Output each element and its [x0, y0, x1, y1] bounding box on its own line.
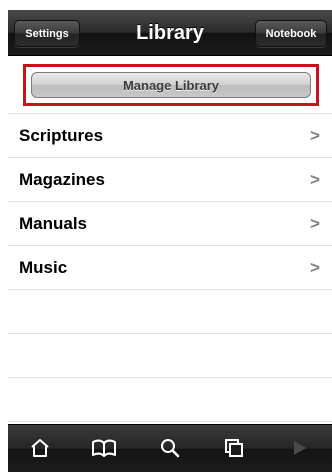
notebook-button[interactable]: Notebook — [255, 20, 327, 47]
library-list: Scriptures > Magazines > Manuals > Music… — [8, 114, 332, 422]
page-title: Library — [136, 22, 204, 44]
empty-row — [8, 334, 332, 378]
list-item-scriptures[interactable]: Scriptures > — [8, 114, 332, 158]
list-item-label: Magazines — [19, 169, 105, 189]
home-icon[interactable] — [26, 435, 54, 461]
list-item-label: Scriptures — [19, 125, 104, 145]
copy-icon[interactable] — [220, 435, 248, 461]
play-icon[interactable] — [285, 435, 313, 461]
list-item-magazines[interactable]: Magazines > — [8, 158, 332, 202]
book-icon[interactable] — [90, 435, 118, 461]
settings-button[interactable]: Settings — [14, 20, 80, 47]
tab-bar — [8, 424, 332, 472]
empty-row — [8, 378, 332, 422]
app-frame: Settings Library Notebook Manage Library… — [8, 10, 332, 472]
list-item-music[interactable]: Music > — [8, 246, 332, 290]
list-item-label: Music — [19, 257, 68, 277]
chevron-right-icon: > — [310, 258, 320, 277]
chevron-right-icon: > — [310, 214, 320, 233]
list-item-label: Manuals — [19, 213, 88, 233]
list-item-manuals[interactable]: Manuals > — [8, 202, 332, 246]
chevron-right-icon: > — [310, 126, 320, 145]
highlight-box: Manage Library — [23, 64, 319, 106]
navigation-bar: Settings Library Notebook — [8, 10, 332, 56]
empty-row — [8, 290, 332, 334]
search-icon[interactable] — [156, 435, 184, 461]
manage-library-section: Manage Library — [8, 56, 332, 114]
manage-library-button[interactable]: Manage Library — [31, 72, 311, 98]
chevron-right-icon: > — [310, 170, 320, 189]
